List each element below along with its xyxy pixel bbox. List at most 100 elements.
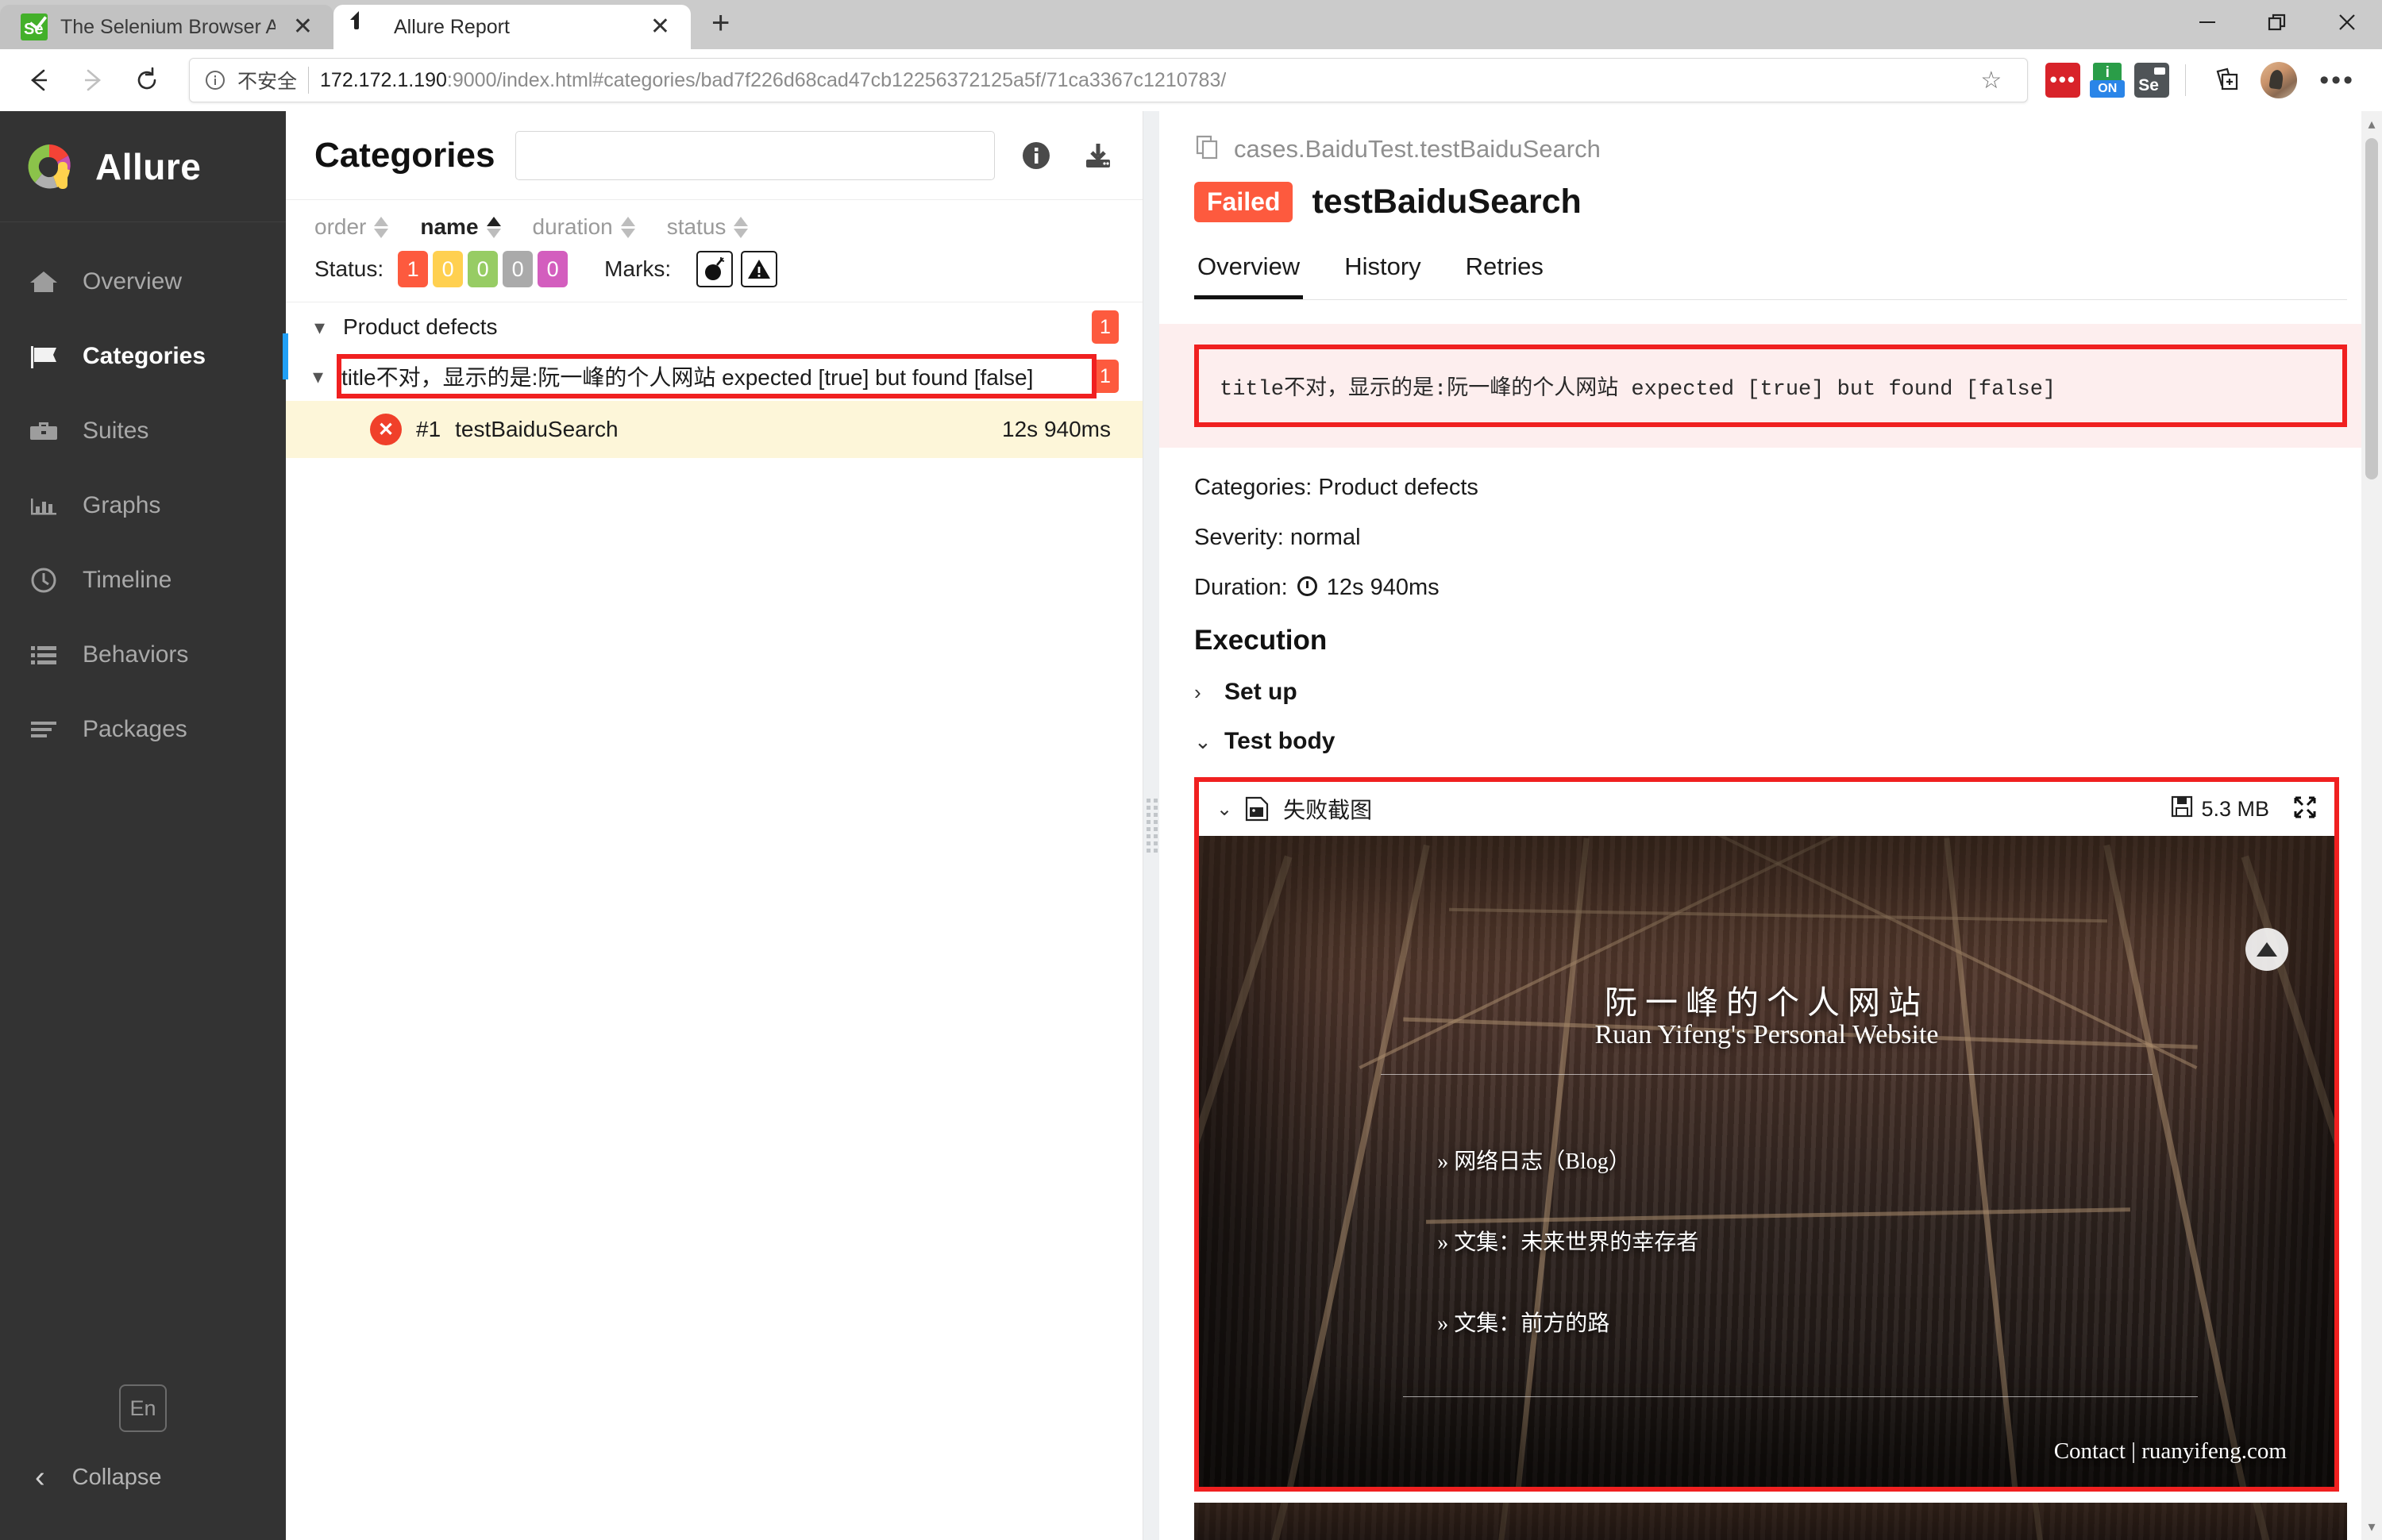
toolbar-divider: [2185, 64, 2186, 96]
sidebar-item-categories[interactable]: Categories: [0, 319, 286, 394]
status-chip-unknown[interactable]: 0: [538, 251, 568, 287]
sidebar-item-timeline[interactable]: Timeline: [0, 543, 286, 618]
sort-arrows-icon: [734, 217, 748, 238]
scroll-up-icon[interactable]: ▴: [2368, 111, 2375, 137]
meta-severity-value: normal: [1290, 525, 1361, 550]
image-file-icon: [1245, 796, 1270, 822]
browser-tab-allure[interactable]: Allure Report ✕: [333, 5, 691, 49]
sort-duration[interactable]: duration: [533, 214, 635, 240]
site-subtitle: Ruan Yifeng's Personal Website: [1199, 1020, 2334, 1050]
sidebar-item-overview[interactable]: Overview: [0, 244, 286, 319]
search-field[interactable]: [516, 132, 994, 179]
attachment-size-text: 5.3 MB: [2201, 797, 2269, 822]
page-scrollbar[interactable]: ▴ ▾: [2361, 111, 2382, 1540]
status-chip-passed[interactable]: 0: [468, 251, 498, 287]
error-highlight-box: title不对，显示的是:阮一峰的个人网站 expected [true] bu…: [1194, 345, 2347, 427]
security-label: 不安全: [237, 66, 297, 94]
tab-retries[interactable]: Retries: [1463, 246, 1547, 299]
site-link-future[interactable]: » 文集：未来世界的幸存者: [1437, 1225, 1698, 1257]
chevron-down-icon[interactable]: ▾: [313, 364, 330, 389]
screenshot-vignette: [1194, 1503, 2347, 1540]
chevron-right-icon[interactable]: ›: [1194, 680, 1212, 705]
close-icon[interactable]: ✕: [288, 15, 318, 39]
site-link-road[interactable]: » 文集：前方的路: [1437, 1306, 1609, 1338]
meta-duration-label: Duration:: [1194, 575, 1288, 600]
new-tab-button[interactable]: +: [691, 6, 750, 49]
sort-status[interactable]: status: [667, 214, 749, 240]
attachment-size[interactable]: 5.3 MB: [2171, 795, 2269, 823]
restore-icon[interactable]: [2242, 0, 2312, 44]
sort-name[interactable]: name: [420, 214, 500, 240]
chevron-down-icon[interactable]: ▾: [314, 315, 332, 340]
sidebar-item-packages[interactable]: Packages: [0, 692, 286, 767]
sidebar-item-behaviors[interactable]: Behaviors: [0, 618, 286, 692]
warning-triangle-icon[interactable]: [741, 251, 777, 287]
chevron-down-icon[interactable]: ⌄: [1216, 798, 1232, 821]
step-test-body-label: Test body: [1224, 728, 1335, 755]
expand-icon[interactable]: [2293, 795, 2317, 823]
tab-history[interactable]: History: [1341, 246, 1424, 299]
step-setup[interactable]: › Set up: [1194, 679, 2347, 706]
categories-panel: Categories: [286, 111, 1143, 1540]
step-test-body[interactable]: ⌄ Test body: [1194, 728, 2347, 755]
language-button[interactable]: En: [119, 1384, 167, 1432]
sidebar-item-label: Overview: [83, 268, 182, 295]
browser-settings-more-icon[interactable]: •••: [2307, 74, 2368, 87]
chevron-down-icon[interactable]: ⌄: [1194, 730, 1212, 754]
sidebar-item-suites[interactable]: Suites: [0, 394, 286, 468]
address-bar[interactable]: 不安全 172.172.1.190:9000/index.html#catego…: [189, 58, 2028, 102]
close-icon[interactable]: [2312, 0, 2382, 44]
scroll-to-top-icon[interactable]: [2245, 928, 2288, 971]
close-icon[interactable]: ✕: [646, 15, 675, 39]
sidebar-item-label: Timeline: [83, 567, 172, 594]
status-chip-failed[interactable]: 1: [398, 251, 428, 287]
meta-duration-value: 12s 940ms: [1327, 575, 1440, 600]
panel-splitter[interactable]: [1143, 111, 1159, 1540]
collapse-button[interactable]: ‹ Collapse: [0, 1462, 286, 1492]
flaky-bomb-icon[interactable]: [696, 251, 733, 287]
drag-handle-icon[interactable]: [1147, 799, 1158, 853]
scrollbar-thumb[interactable]: [2365, 138, 2378, 479]
tree-category-row[interactable]: ▾ title不对，显示的是:阮一峰的个人网站 expected [true] …: [286, 352, 1143, 401]
bar-chart-icon: [25, 487, 62, 524]
breadcrumb[interactable]: cases.BaiduTest.testBaiduSearch: [1194, 133, 2347, 164]
star-icon[interactable]: ☆: [1969, 67, 2013, 94]
minimize-icon[interactable]: [2172, 0, 2242, 44]
tab-strip: Se The Selenium Browser Automatio ✕ Allu…: [0, 0, 2382, 49]
tree-group-row[interactable]: ▾ Product defects 1: [286, 302, 1143, 352]
home-icon: [25, 264, 62, 300]
sidebar-item-label: Suites: [83, 418, 148, 445]
download-icon[interactable]: [1077, 135, 1119, 176]
sort-order[interactable]: order: [314, 214, 388, 240]
forward-arrow-icon: [68, 56, 118, 105]
brand[interactable]: Allure: [0, 111, 286, 222]
sort-label: order: [314, 214, 366, 240]
browser-tab-selenium[interactable]: Se The Selenium Browser Automatio ✕: [0, 5, 333, 49]
breadcrumb-text: cases.BaiduTest.testBaiduSearch: [1234, 135, 1601, 164]
sidebar-item-label: Categories: [83, 343, 206, 370]
collections-icon[interactable]: [2202, 56, 2251, 105]
extension-red-dots-icon[interactable]: •••: [2045, 63, 2080, 98]
copy-icon[interactable]: [1194, 133, 1221, 164]
attachment-header[interactable]: ⌄ 失败截图: [1199, 782, 2334, 836]
test-title: testBaiduSearch: [1312, 183, 1581, 221]
search-input[interactable]: [515, 131, 995, 180]
sidebar-item-graphs[interactable]: Graphs: [0, 468, 286, 543]
status-chip-broken[interactable]: 0: [433, 251, 463, 287]
scroll-down-icon[interactable]: ▾: [2368, 1514, 2375, 1540]
url-text: 172.172.1.190:9000/index.html#categories…: [320, 69, 1226, 92]
site-link-blog[interactable]: » 网络日志（Blog）: [1437, 1144, 1630, 1176]
sidebar-item-label: Graphs: [83, 492, 160, 519]
attachment-screenshot[interactable]: 阮一峰的个人网站 Ruan Yifeng's Personal Website …: [1199, 836, 2334, 1487]
extension-i-on-icon[interactable]: i ON: [2090, 63, 2125, 98]
extension-selenium-recorder-icon[interactable]: Se: [2134, 63, 2169, 98]
attachment-block: ⌄ 失败截图: [1194, 777, 2339, 1492]
tab-overview[interactable]: Overview: [1194, 246, 1303, 299]
reload-icon[interactable]: [122, 56, 172, 105]
profile-avatar[interactable]: [2261, 62, 2297, 98]
status-chip-skipped[interactable]: 0: [503, 251, 533, 287]
back-arrow-icon[interactable]: [14, 56, 64, 105]
test-title-row: Failed testBaiduSearch: [1194, 182, 2347, 222]
info-icon[interactable]: [1016, 135, 1057, 176]
tree-test-row[interactable]: ✕ #1 testBaiduSearch 12s 940ms: [286, 401, 1143, 458]
